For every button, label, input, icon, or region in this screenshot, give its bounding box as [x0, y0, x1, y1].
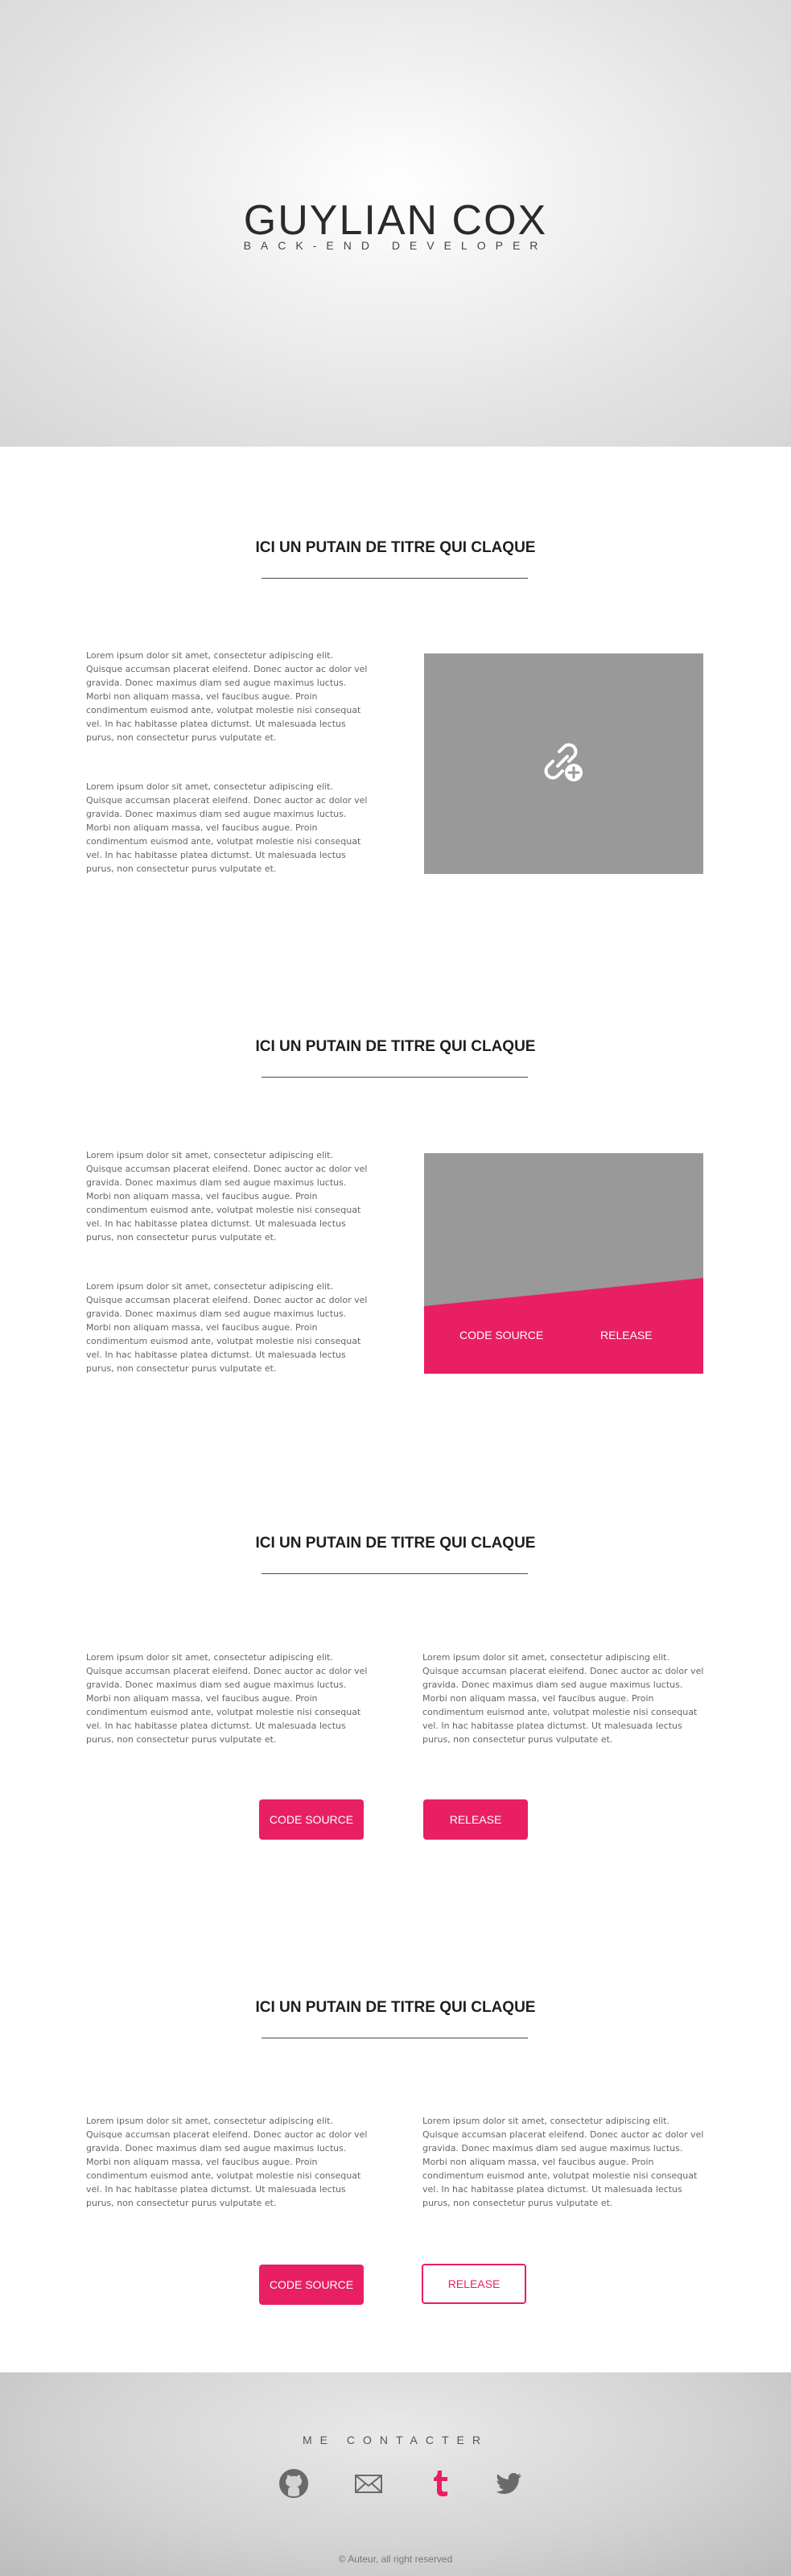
tumblr-icon[interactable]	[425, 2467, 457, 2500]
section-paragraph: Lorem ipsum dolor sit amet, consectetur …	[86, 650, 368, 743]
footer: ME CONTACTER © Auteur, all right reserve…	[0, 2372, 791, 2576]
release-button[interactable]: RELEASE	[422, 2264, 526, 2304]
section-divider	[262, 1077, 528, 1078]
section-paragraph: Lorem ipsum dolor sit amet, consectetur …	[86, 781, 368, 874]
section-divider	[262, 1573, 528, 1574]
section-paragraph: Lorem ipsum dolor sit amet, consectetur …	[86, 1281, 368, 1374]
section-paragraph: Lorem ipsum dolor sit amet, consectetur …	[86, 1150, 368, 1243]
code-source-button[interactable]: CODE SOURCE	[259, 1799, 364, 1840]
project-media[interactable]	[424, 653, 703, 874]
hero-banner: GUYLIAN COX BACK-END DEVELOPER	[0, 0, 791, 447]
section-paragraph: Lorem ipsum dolor sit amet, consectetur …	[86, 2116, 368, 2208]
link-add-icon[interactable]	[542, 740, 587, 785]
hero-subtitle: BACK-END DEVELOPER	[243, 239, 548, 252]
section-title: ICI UN PUTAIN DE TITRE QUI CLAQUE	[255, 1999, 536, 2016]
twitter-icon[interactable]	[492, 2467, 525, 2500]
mail-icon[interactable]	[352, 2467, 385, 2500]
project-media-hover: CODE SOURCE RELEASE	[424, 1153, 703, 1374]
section-paragraph: Lorem ipsum dolor sit amet, consectetur …	[422, 1652, 704, 1745]
contact-title: ME CONTACTER	[303, 2434, 488, 2446]
code-source-button[interactable]: CODE SOURCE	[259, 2265, 364, 2305]
section-title: ICI UN PUTAIN DE TITRE QUI CLAQUE	[255, 1535, 536, 1552]
code-source-link[interactable]: CODE SOURCE	[459, 1329, 543, 1342]
section-title: ICI UN PUTAIN DE TITRE QUI CLAQUE	[255, 539, 536, 556]
section-title: ICI UN PUTAIN DE TITRE QUI CLAQUE	[255, 1038, 536, 1055]
release-button[interactable]: RELEASE	[423, 1799, 528, 1840]
copyright-text: © Auteur, all right reserved	[338, 2553, 453, 2565]
section-paragraph: Lorem ipsum dolor sit amet, consectetur …	[422, 2116, 704, 2208]
github-icon[interactable]	[278, 2467, 310, 2500]
release-link[interactable]: RELEASE	[600, 1329, 653, 1342]
section-paragraph: Lorem ipsum dolor sit amet, consectetur …	[86, 1652, 368, 1745]
section-divider	[262, 578, 528, 579]
hero-name: GUYLIAN COX	[243, 197, 548, 244]
